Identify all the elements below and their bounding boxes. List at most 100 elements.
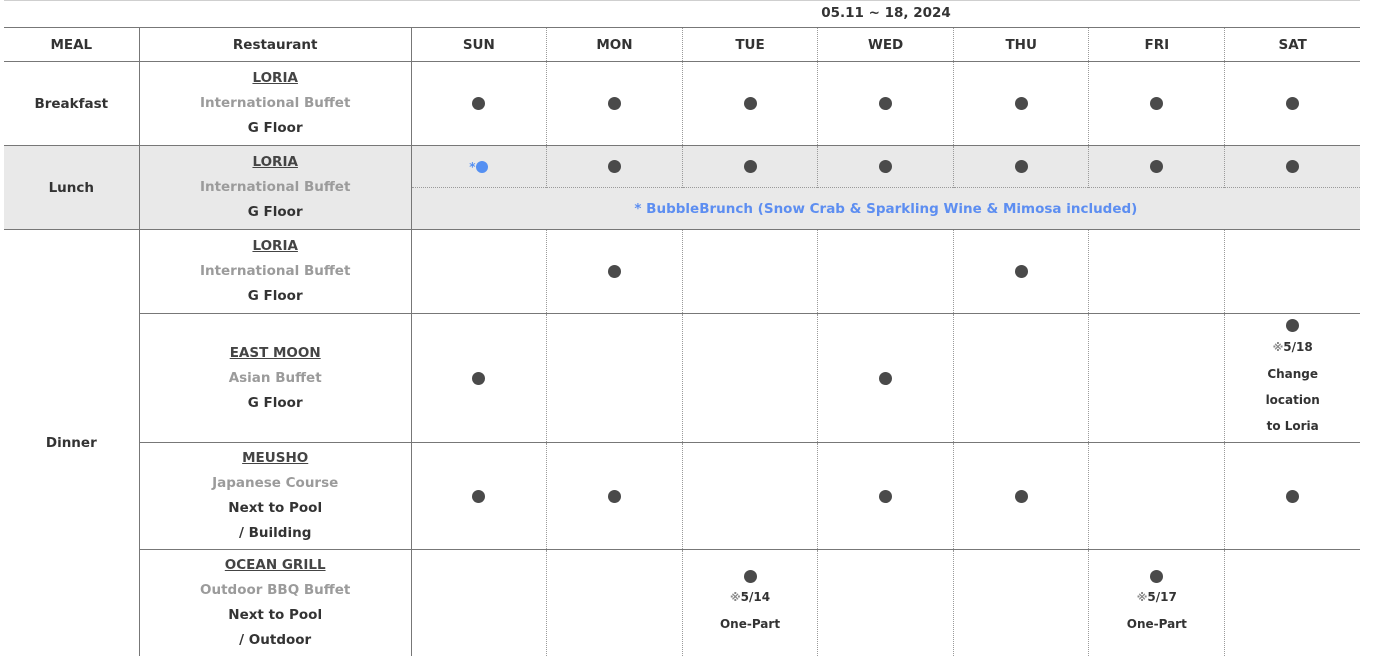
available-dot bbox=[1286, 97, 1300, 110]
availability-thu bbox=[953, 313, 1090, 443]
available-dot bbox=[472, 489, 486, 503]
restaurant-name: MEUSHO bbox=[242, 450, 309, 466]
availability-tue bbox=[682, 145, 819, 188]
dinner-row-meusho: MEUSHO Japanese Course Next to Pool / Bu… bbox=[4, 442, 1360, 550]
restaurant-cell: EAST MOON Asian Buffet G Floor bbox=[139, 313, 412, 443]
available-dot bbox=[1286, 319, 1300, 332]
availability-fri bbox=[1088, 61, 1226, 146]
availability-sun bbox=[411, 549, 547, 656]
restaurant-type: Asian Buffet bbox=[228, 369, 322, 386]
restaurant-location: Next to Pool bbox=[228, 500, 323, 516]
meal-breakfast: Breakfast bbox=[4, 61, 140, 146]
availability-mon bbox=[546, 61, 683, 146]
restaurant-name: LORIA bbox=[252, 70, 298, 86]
restaurant-location: G Floor bbox=[247, 120, 303, 136]
available-dot bbox=[607, 97, 621, 110]
header-row: MEAL Restaurant SUN MON TUE WED THU FRI … bbox=[4, 27, 1360, 62]
availability-sat bbox=[1224, 145, 1360, 188]
restaurant-location: Next to Pool bbox=[228, 606, 323, 623]
restaurant-location-sub: / Building bbox=[239, 525, 312, 541]
available-dot bbox=[607, 265, 621, 278]
availability-thu bbox=[953, 549, 1090, 656]
available-dot bbox=[743, 569, 757, 583]
available-dot bbox=[472, 97, 486, 110]
available-dot bbox=[879, 489, 893, 503]
available-dot bbox=[1150, 97, 1164, 110]
availability-thu bbox=[953, 442, 1090, 550]
restaurant-type: Outdoor BBQ Buffet bbox=[200, 581, 351, 598]
availability-sun bbox=[411, 229, 547, 314]
restaurant-type: International Buffet bbox=[199, 263, 351, 279]
availability-tue bbox=[682, 61, 819, 146]
tue-note-text: One-Part bbox=[719, 617, 781, 632]
available-dot bbox=[879, 371, 893, 385]
availability-thu bbox=[953, 229, 1090, 314]
availability-wed bbox=[817, 442, 955, 550]
available-dot bbox=[1150, 160, 1164, 173]
availability-sun: * bbox=[411, 145, 547, 188]
meal-schedule: 05.11 ~ 18, 2024 MEAL Restaurant SUN MON… bbox=[0, 0, 1373, 661]
restaurant-type: International Buffet bbox=[199, 179, 351, 195]
dinner-row-ocean-grill: OCEAN GRILL Outdoor BBQ Buffet Next to P… bbox=[4, 549, 1360, 656]
header-mon: MON bbox=[546, 27, 683, 62]
availability-sat bbox=[1225, 230, 1360, 314]
available-dot bbox=[879, 97, 893, 110]
restaurant-type: International Buffet bbox=[199, 95, 351, 111]
availability-fri: ※5/17 One-Part bbox=[1088, 549, 1226, 656]
header-sun: SUN bbox=[411, 27, 547, 62]
restaurant-cell: MEUSHO Japanese Course Next to Pool / Bu… bbox=[139, 442, 412, 550]
available-dot bbox=[472, 371, 486, 385]
tue-note-date: ※5/14 bbox=[729, 590, 771, 605]
restaurant-location: G Floor bbox=[247, 394, 303, 411]
restaurant-name: OCEAN GRILL bbox=[224, 556, 326, 573]
sat-note-line2: location bbox=[1265, 392, 1320, 407]
availability-mon bbox=[546, 442, 683, 550]
availability-thu bbox=[953, 145, 1090, 188]
available-dot bbox=[1014, 489, 1028, 503]
meal-lunch: Lunch bbox=[4, 145, 140, 230]
header-meal: MEAL bbox=[4, 27, 140, 62]
bubble-brunch-dot bbox=[476, 160, 489, 173]
availability-sun bbox=[411, 442, 547, 550]
lunch-row: Lunch LORIA International Buffet G Floor… bbox=[4, 145, 1360, 230]
bubble-brunch-star: * bbox=[469, 159, 476, 174]
top-divider bbox=[4, 0, 1360, 1]
available-dot bbox=[1286, 160, 1300, 173]
available-dot bbox=[879, 160, 893, 173]
availability-tue: ※5/14 One-Part bbox=[682, 549, 819, 656]
sat-note-line1: Change bbox=[1267, 366, 1319, 381]
restaurant-type: Japanese Course bbox=[212, 475, 339, 491]
available-dot bbox=[743, 160, 757, 173]
availability-tue bbox=[682, 442, 819, 550]
sat-note-line3: to Loria bbox=[1266, 418, 1319, 433]
header-tue: TUE bbox=[682, 27, 819, 62]
period-label: 05.11 ~ 18, 2024 bbox=[821, 5, 951, 21]
availability-wed bbox=[817, 229, 955, 314]
header-sat: SAT bbox=[1278, 36, 1307, 53]
available-dot bbox=[607, 160, 621, 173]
availability-sat bbox=[1225, 443, 1360, 550]
availability-wed bbox=[817, 313, 955, 443]
restaurant-cell: LORIA International Buffet G Floor bbox=[139, 61, 412, 146]
availability-fri bbox=[1088, 442, 1226, 550]
available-dot bbox=[1014, 265, 1028, 278]
availability-mon bbox=[546, 313, 683, 443]
available-dot bbox=[607, 489, 621, 503]
available-dot bbox=[1286, 489, 1300, 503]
availability-fri bbox=[1088, 313, 1226, 443]
header-fri: FRI bbox=[1088, 27, 1226, 62]
fri-note-date: ※5/17 bbox=[1136, 590, 1177, 605]
availability-wed bbox=[817, 549, 955, 656]
dinner-row-east-moon: EAST MOON Asian Buffet G Floor ※5/18 Cha… bbox=[4, 313, 1360, 443]
restaurant-cell: LORIA International Buffet G Floor bbox=[139, 145, 412, 230]
available-dot bbox=[743, 97, 757, 110]
schedule-table: MEAL Restaurant SUN MON TUE WED THU FRI … bbox=[4, 27, 1360, 656]
availability-tue bbox=[682, 313, 819, 443]
availability-mon bbox=[546, 145, 683, 188]
header-thu: THU bbox=[953, 27, 1090, 62]
restaurant-location: G Floor bbox=[247, 288, 303, 304]
availability-sun bbox=[411, 313, 547, 443]
restaurant-cell: LORIA International Buffet G Floor bbox=[139, 229, 412, 314]
available-dot bbox=[1014, 97, 1028, 110]
availability-wed bbox=[817, 61, 955, 146]
